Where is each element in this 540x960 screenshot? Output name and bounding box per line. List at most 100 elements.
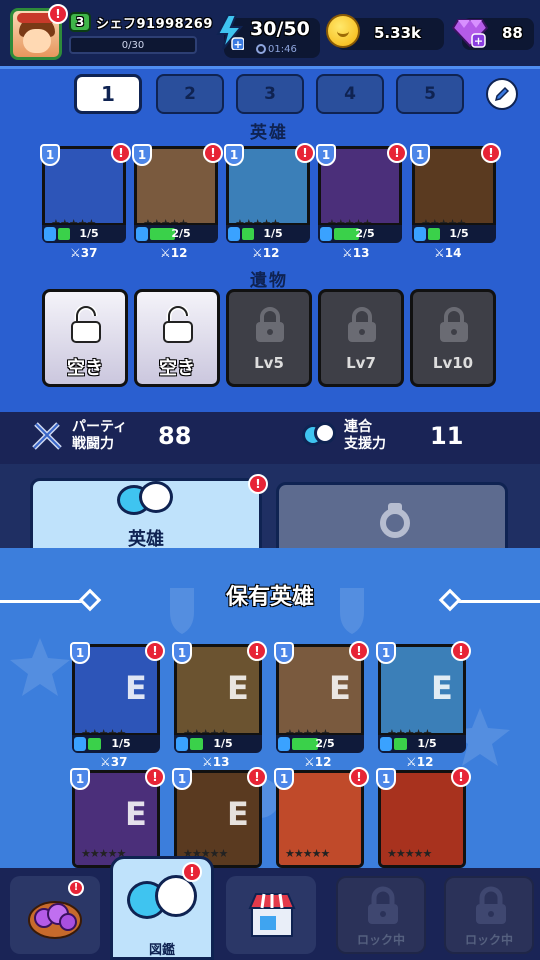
title-divider-left <box>0 600 84 603</box>
owned-hero-card-7[interactable]: ★★★★★ 1 ! <box>274 767 369 868</box>
nav-shop-button[interactable] <box>226 876 316 954</box>
shard-icon <box>228 227 240 241</box>
edit-party-button[interactable] <box>486 78 518 110</box>
nav-locked-label: ロック中 <box>356 933 405 947</box>
unlocked-padlock-icon <box>163 306 193 343</box>
shard-icon <box>414 227 426 241</box>
equipped-mark: E <box>329 669 351 707</box>
hero-shard-progress: 2/5 <box>171 227 191 240</box>
nav-locked-button-1[interactable]: ロック中 <box>336 876 426 954</box>
hero-shard-progress: 1/5 <box>417 737 437 750</box>
heroes-section-label: 英雄 <box>250 123 288 143</box>
shard-icon <box>74 737 86 751</box>
owned-hero-card-8[interactable]: ★★★★★ 1 ! <box>376 767 471 868</box>
avatar-alert-badge: ! <box>48 4 68 24</box>
relic-unlock-level: Lv10 <box>432 354 474 372</box>
owned-heroes-title: 保有英雄 <box>225 585 314 610</box>
hero-power: ⚔13 <box>202 755 230 769</box>
owned-hero-card-3[interactable]: ★★★★★ E 1 ! 2/5 <box>274 641 369 753</box>
stamina-value: 30/50 <box>250 18 310 40</box>
relic-slot-4[interactable]: Lv7 <box>318 289 404 387</box>
hero-alert-badge: ! <box>387 143 407 163</box>
relic-slot-1[interactable]: 空き <box>42 289 128 387</box>
relic-slot-2[interactable]: 空き <box>134 289 220 387</box>
hero-level-chip: 1 <box>132 144 152 166</box>
nav-encyclopedia-alert: ! <box>182 862 202 882</box>
hero-alert-badge: ! <box>247 641 267 661</box>
owned-hero-card-4[interactable]: ★★★★★ E 1 ! 1/5 <box>376 641 471 753</box>
hero-level-chip: 1 <box>274 642 294 664</box>
hero-level-chip: 1 <box>274 768 294 790</box>
shard-icon <box>278 737 290 751</box>
hero-level-chip: 1 <box>376 642 396 664</box>
party-hero-card-2[interactable]: ★★★★★ 1 ! 2/5 <box>132 143 223 243</box>
pencil-icon <box>494 86 510 102</box>
hero-power: ⚔12 <box>252 246 280 260</box>
owned-hero-card-2[interactable]: ★★★★★ E 1 ! 1/5 <box>172 641 267 753</box>
hero-alert-badge: ! <box>295 143 315 163</box>
relic-slot-5[interactable]: Lv10 <box>410 289 496 387</box>
gem-value: 88 <box>502 24 523 42</box>
hero-power: ⚔12 <box>160 246 188 260</box>
hero-alert-badge: ! <box>349 641 369 661</box>
hero-power: ⚔13 <box>342 246 370 260</box>
hero-power: ⚔37 <box>70 246 98 260</box>
svg-text:+: + <box>233 38 242 50</box>
hero-shard-progress: 1/5 <box>449 227 469 240</box>
hero-alert-badge: ! <box>145 767 165 787</box>
equipped-mark: E <box>125 669 147 707</box>
ring-icon <box>380 503 410 538</box>
player-name: シェフ91998269 <box>96 17 213 32</box>
relic-slot-label: 空き <box>67 358 103 379</box>
svg-text:+: + <box>474 35 483 48</box>
hero-shard-progress: 1/5 <box>263 227 283 240</box>
gold-value: 5.33k <box>374 24 421 42</box>
hero-power: ⚔12 <box>304 755 332 769</box>
exp-bar: 0/30 <box>69 36 197 54</box>
shop-icon <box>248 893 296 937</box>
padlock-icon <box>348 307 376 342</box>
party-power-label: パーティ 戦闘力 <box>72 419 128 452</box>
equipped-mark: E <box>431 669 453 707</box>
owned-hero-card-1[interactable]: ★★★★★ E 1 ! 1/5 <box>70 641 165 753</box>
party-hero-card-1[interactable]: ★★★★★ 1 ! 1/5 <box>40 143 131 243</box>
hero-shard-progress: 1/5 <box>111 737 131 750</box>
hero-shard-progress: 2/5 <box>355 227 375 240</box>
shard-icon <box>176 737 188 751</box>
owned-hero-card-5[interactable]: ★★★★★ E 1 ! <box>70 767 165 868</box>
timer-icon <box>256 44 266 54</box>
party-hero-card-4[interactable]: ★★★★★ 1 ! 2/5 <box>316 143 407 243</box>
shard-icon <box>136 227 148 241</box>
hero-shard-progress: 2/5 <box>315 737 335 750</box>
padlock-icon <box>368 886 398 924</box>
hero-level-chip: 1 <box>70 642 90 664</box>
owned-hero-card-6[interactable]: ★★★★★ E 1 ! <box>172 767 267 868</box>
crossed-swords-icon <box>32 422 62 450</box>
party-slot-tab-1[interactable]: 1 <box>74 74 142 114</box>
party-hero-card-3[interactable]: ★★★★★ 1 ! 1/5 <box>224 143 315 243</box>
alliance-mascot-icon <box>302 420 338 452</box>
party-slot-tab-2[interactable]: 2 <box>156 74 224 114</box>
unlocked-padlock-icon <box>71 306 101 343</box>
support-power-value: 11 <box>430 422 464 450</box>
hero-alert-badge: ! <box>349 767 369 787</box>
tab-heroes[interactable]: 英雄 <box>30 478 262 558</box>
shard-icon <box>44 227 56 241</box>
hero-level-chip: 1 <box>70 768 90 790</box>
party-slot-tab-3[interactable]: 3 <box>236 74 304 114</box>
relic-slot-label: 空き <box>159 358 195 379</box>
nav-locked-button-2[interactable]: ロック中 <box>444 876 534 954</box>
support-power-label: 連合 支援力 <box>344 419 386 452</box>
title-divider-right <box>456 600 540 603</box>
party-slot-tab-5[interactable]: 5 <box>396 74 464 114</box>
nav-treasure-button[interactable] <box>10 876 100 954</box>
hero-power: ⚔37 <box>100 755 128 769</box>
padlock-icon <box>476 886 506 924</box>
party-hero-card-5[interactable]: ★★★★★ 1 ! 1/5 <box>410 143 501 243</box>
hero-level-chip: 1 <box>40 144 60 166</box>
relics-section-label: 遺物 <box>250 271 288 291</box>
hero-alert-badge: ! <box>145 641 165 661</box>
party-slot-tab-4[interactable]: 4 <box>316 74 384 114</box>
relic-slot-3[interactable]: Lv5 <box>226 289 312 387</box>
tab-relics[interactable] <box>276 482 508 556</box>
